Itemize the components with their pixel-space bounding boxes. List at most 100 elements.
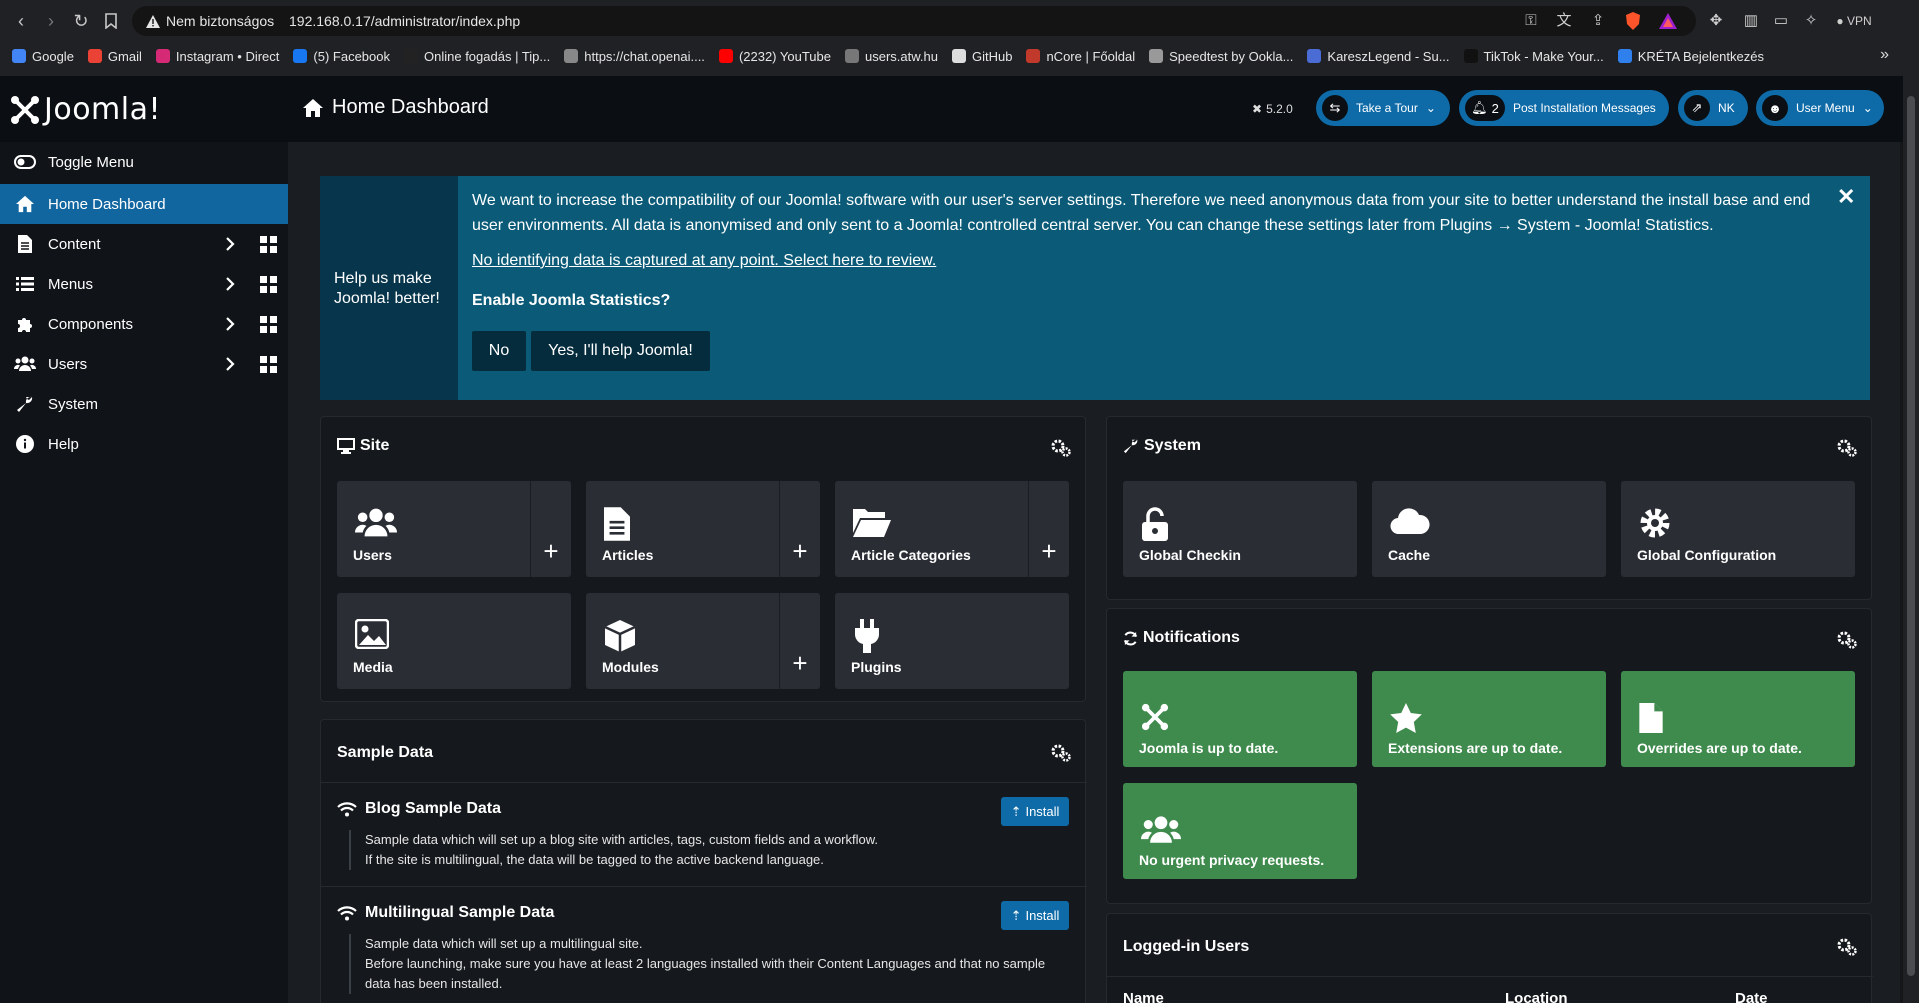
brave-shield-icon[interactable] <box>1623 11 1643 31</box>
site-tile-plugins[interactable]: Plugins <box>835 593 1069 689</box>
notification-joomla-up-to-date[interactable]: Joomla is up to date. <box>1123 671 1357 767</box>
sidebar-item-home-dashboard[interactable]: Home Dashboard <box>0 184 288 224</box>
column-header-date[interactable]: Date <box>1735 990 1768 1003</box>
post-installation-messages-button[interactable]: 🔔︎ 2 Post Installation Messages <box>1459 90 1669 126</box>
bookmark-item[interactable]: Online fogadás | Tip... <box>404 49 550 64</box>
cogs-icon[interactable] <box>1837 938 1857 956</box>
tile-label: Articles <box>602 547 654 563</box>
chevron-right-icon[interactable] <box>225 316 235 332</box>
favicon-icon <box>404 49 418 63</box>
articles-tile-link[interactable]: Articles <box>586 481 779 577</box>
chevron-right-icon[interactable] <box>225 236 235 252</box>
wifi-icon <box>337 802 357 817</box>
site-tile-media[interactable]: Media <box>337 593 571 689</box>
tile-label: Media <box>353 659 393 675</box>
favicon-icon <box>718 49 733 63</box>
bookmark-label: Instagram • Direct <box>175 48 280 64</box>
bookmark-item[interactable]: (2232) YouTube <box>718 49 831 64</box>
joomla-logo-icon <box>11 95 39 124</box>
sidebar-item-system[interactable]: System <box>0 384 288 424</box>
vpn-button[interactable]: ● VPN <box>1832 11 1876 31</box>
logged-in-users-title: Logged-in Users <box>1123 938 1250 955</box>
site-tile-users: Users + <box>337 481 571 577</box>
scrollbar-thumb[interactable] <box>1907 96 1915 976</box>
sidebar: Toggle Menu Home Dashboard Content Menus… <box>0 142 288 1003</box>
dashboard-grid-icon[interactable] <box>260 356 277 373</box>
preview-site-button[interactable]: ⇗ NK <box>1678 90 1748 126</box>
leo-ai-icon[interactable]: ✧ <box>1801 11 1821 31</box>
multilingual-install-button[interactable]: ⇡ Install <box>1001 901 1069 930</box>
bookmark-item[interactable]: https://chat.openai.... <box>564 49 705 64</box>
notification-extensions-up-to-date[interactable]: Extensions are up to date. <box>1372 671 1606 767</box>
insecure-label: Nem biztonságos <box>166 13 275 29</box>
cogs-icon[interactable] <box>1837 439 1857 457</box>
bookmark-item[interactable]: (5) Facebook <box>293 49 390 64</box>
chevron-right-icon[interactable] <box>225 276 235 292</box>
system-tile-global-checkin[interactable]: Global Checkin <box>1123 481 1357 577</box>
sidebar-toggle-icon[interactable]: ▥ <box>1741 11 1761 31</box>
wrench-icon <box>14 395 36 413</box>
modules-tile-link[interactable]: Modules <box>586 593 779 689</box>
bookmark-item[interactable]: KareszLegend - Su... <box>1307 49 1450 64</box>
share-icon[interactable]: ⇪ <box>1588 11 1608 31</box>
statistics-no-button[interactable]: No <box>472 331 526 371</box>
bookmark-item[interactable]: Gmail <box>87 49 142 64</box>
column-header-location[interactable]: Location <box>1505 990 1568 1003</box>
user-menu-button[interactable]: ☻ User Menu ⌄ <box>1756 90 1884 126</box>
sidebar-item-menus[interactable]: Menus <box>0 264 288 304</box>
bookmark-item[interactable]: GitHub <box>951 49 1012 64</box>
sidebar-item-content[interactable]: Content <box>0 224 288 264</box>
translate-icon[interactable]: 文 <box>1554 11 1574 31</box>
take-a-tour-button[interactable]: ⇆ Take a Tour ⌄ <box>1316 90 1450 126</box>
security-indicator[interactable]: Nem biztonságos <box>146 13 274 29</box>
reload-icon[interactable]: ↻ <box>70 10 92 32</box>
blog-install-button[interactable]: ⇡ Install <box>1001 797 1069 826</box>
statistics-review-link[interactable]: No identifying data is captured at any p… <box>472 252 936 270</box>
bookmark-item[interactable]: Google <box>12 49 74 64</box>
add-module-button[interactable]: + <box>779 593 820 689</box>
bookmark-item[interactable]: Instagram • Direct <box>155 48 280 64</box>
sidebar-item-users[interactable]: Users <box>0 344 288 384</box>
bookmark-item[interactable]: users.atw.hu <box>844 49 938 64</box>
sync-icon <box>1123 631 1138 645</box>
description-bar <box>349 830 351 870</box>
dashboard-grid-icon[interactable] <box>260 276 277 293</box>
column-header-name[interactable]: Name <box>1123 990 1164 1003</box>
close-icon[interactable]: ✕ <box>1837 184 1855 210</box>
chevron-right-icon[interactable] <box>225 356 235 372</box>
bookmark-item[interactable]: TikTok - Make Your... <box>1463 49 1604 64</box>
notification-overrides-up-to-date[interactable]: Overrides are up to date. <box>1621 671 1855 767</box>
url-text[interactable]: 192.168.0.17/administrator/index.php <box>289 13 520 29</box>
forward-icon[interactable]: › <box>40 10 62 32</box>
statistics-yes-button[interactable]: Yes, I'll help Joomla! <box>531 331 710 371</box>
add-user-button[interactable]: + <box>530 481 571 577</box>
add-category-button[interactable]: + <box>1028 481 1069 577</box>
bookmark-item[interactable]: nCore | Főoldal <box>1026 49 1135 64</box>
sidebar-item-components[interactable]: Components <box>0 304 288 344</box>
extensions-icon[interactable]: ✥ <box>1706 11 1726 31</box>
sidebar-item-help[interactable]: Help <box>0 424 288 464</box>
joomla-logo[interactable]: Joomla! <box>10 92 161 127</box>
toggle-menu-button[interactable]: Toggle Menu <box>0 142 288 182</box>
dashboard-grid-icon[interactable] <box>260 236 277 253</box>
system-tile-global-configuration[interactable]: Global Configuration <box>1621 481 1855 577</box>
users-tile-link[interactable]: Users <box>337 481 530 577</box>
system-tile-cache[interactable]: Cache <box>1372 481 1606 577</box>
cogs-icon[interactable] <box>1051 744 1071 762</box>
wallet-icon[interactable]: ▭ <box>1771 11 1791 31</box>
tile-label: Users <box>353 547 392 563</box>
bookmark-label: Speedtest by Ookla... <box>1169 48 1294 64</box>
bookmark-item[interactable]: Speedtest by Ookla... <box>1149 49 1293 64</box>
bookmark-icon[interactable] <box>100 10 122 32</box>
bookmarks-more-icon[interactable]: » <box>1880 46 1889 64</box>
back-icon[interactable]: ‹ <box>10 10 32 32</box>
cogs-icon[interactable] <box>1837 631 1857 649</box>
notification-privacy-requests[interactable]: No urgent privacy requests. <box>1123 783 1357 879</box>
key-icon[interactable]: ⚿ <box>1521 11 1541 31</box>
bookmark-item[interactable]: KRÉTA Bejelentkezés <box>1617 49 1764 64</box>
add-article-button[interactable]: + <box>779 481 820 577</box>
cogs-icon[interactable] <box>1051 439 1071 457</box>
dashboard-grid-icon[interactable] <box>260 316 277 333</box>
article-categories-tile-link[interactable]: Article Categories <box>835 481 1028 577</box>
brave-rewards-icon[interactable] <box>1658 11 1678 31</box>
